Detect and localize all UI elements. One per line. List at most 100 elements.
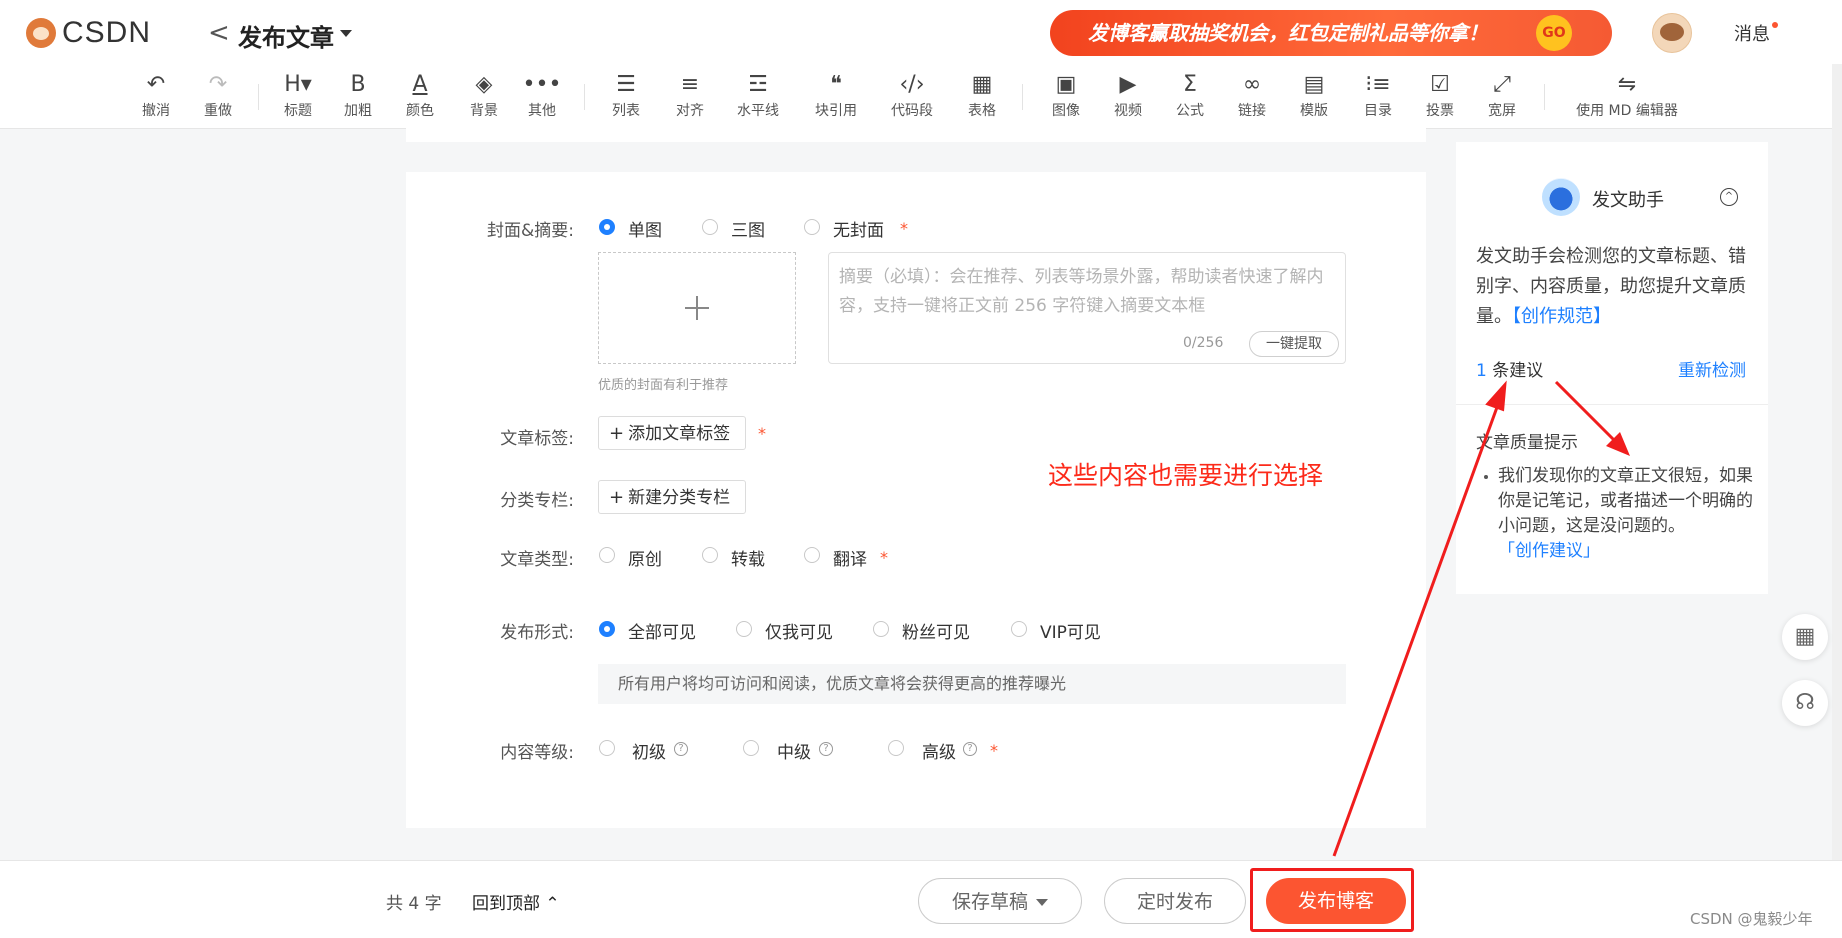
- template-button[interactable]: ▤ 模版: [1284, 70, 1344, 120]
- plus-icon: +: [609, 487, 625, 508]
- cover-label: 封面&摘要:: [487, 221, 574, 241]
- type-label: 文章类型:: [500, 550, 574, 570]
- visibility-vip-label[interactable]: VIP可见: [1040, 618, 1101, 643]
- level-basic-label[interactable]: 初级: [632, 738, 666, 763]
- visibility-self-label[interactable]: 仅我可见: [765, 618, 833, 643]
- vote-label: 投票: [1426, 103, 1454, 119]
- back-arrow-icon[interactable]: <: [208, 18, 230, 48]
- assistant-description: 发文助手会检测您的文章标题、错别字、内容质量，助您提升文章质量。【创作规范】: [1476, 242, 1754, 332]
- color-button[interactable]: A 颜色: [390, 70, 450, 120]
- page-scrollbar[interactable]: [1832, 64, 1842, 937]
- new-column-button[interactable]: + 新建分类专栏: [598, 480, 746, 514]
- editor-card-bottom: [406, 128, 1426, 142]
- visibility-fans-radio[interactable]: [873, 621, 889, 637]
- collapse-chevron-up-icon[interactable]: ^: [1720, 188, 1738, 206]
- recheck-link[interactable]: 重新检测: [1678, 356, 1746, 381]
- redo-icon: ↷: [208, 72, 228, 97]
- bold-label: 加粗: [344, 103, 372, 119]
- csdn-logo[interactable]: CSDN: [26, 16, 151, 50]
- cover-none-label[interactable]: 无封面: [833, 216, 884, 241]
- abstract-textarea[interactable]: 摘要（必填）：会在推荐、列表等场景外露，帮助读者快速了解内容，支持一键将正文前 …: [828, 252, 1346, 364]
- type-translate-radio[interactable]: [804, 547, 820, 563]
- code-button[interactable]: ‹/› 代码段: [882, 70, 942, 120]
- visibility-vip-radio[interactable]: [1011, 621, 1027, 637]
- formula-button[interactable]: Σ 公式: [1160, 70, 1220, 120]
- hr-button[interactable]: ☲ 水平线: [728, 70, 788, 120]
- cover-single-label[interactable]: 单图: [628, 216, 662, 241]
- more-button[interactable]: ••• 其他: [512, 70, 572, 120]
- chevron-down-icon[interactable]: [1036, 899, 1048, 906]
- annotation-highlight-box: [1250, 868, 1414, 932]
- bottom-action-bar: 共 4 字 回到顶部 ⌃ 保存草稿 定时发布 发布博客: [0, 860, 1842, 938]
- heading-label: 标题: [284, 103, 312, 119]
- heading-button[interactable]: H▾ 标题: [268, 70, 328, 120]
- redo-button[interactable]: ↷ 重做: [188, 70, 248, 120]
- help-icon[interactable]: ?: [963, 742, 977, 756]
- toolbar-divider: [1022, 84, 1023, 110]
- undo-button[interactable]: ↶ 撤消: [126, 70, 186, 120]
- level-mid-radio[interactable]: [743, 740, 759, 756]
- suggestion-text: 条建议: [1492, 361, 1544, 381]
- redo-label: 重做: [204, 103, 232, 119]
- heading-icon: H▾: [284, 72, 312, 97]
- table-icon: ▦: [971, 72, 993, 97]
- quote-button[interactable]: ❝ 块引用: [806, 70, 866, 120]
- md-editor-button[interactable]: ⇋ 使用 MD 编辑器: [1562, 70, 1692, 120]
- help-icon[interactable]: ?: [674, 742, 688, 756]
- cover-none-radio[interactable]: [804, 219, 820, 235]
- align-button[interactable]: ≡ 对齐: [660, 70, 720, 120]
- type-original-radio[interactable]: [599, 547, 615, 563]
- visibility-all-radio[interactable]: [599, 621, 615, 637]
- type-original-label[interactable]: 原创: [628, 545, 662, 570]
- required-mark: *: [880, 548, 888, 567]
- promo-go-badge[interactable]: GO: [1536, 15, 1572, 51]
- toc-button[interactable]: ⁝≡ 目录: [1348, 70, 1408, 120]
- level-mid-label[interactable]: 中级: [777, 738, 811, 763]
- visibility-self-radio[interactable]: [736, 621, 752, 637]
- list-button[interactable]: ☰ 列表: [596, 70, 656, 120]
- background-button[interactable]: ◈ 背景: [454, 70, 514, 120]
- qr-code-icon[interactable]: ▦: [1782, 614, 1828, 660]
- video-button[interactable]: ▶ 视频: [1098, 70, 1158, 120]
- bold-button[interactable]: B 加粗: [328, 70, 388, 120]
- wide-button[interactable]: ⤢ 宽屏: [1472, 70, 1532, 120]
- messages-link[interactable]: 消息: [1734, 20, 1770, 46]
- monkey-logo-icon: [26, 18, 56, 48]
- cover-three-label[interactable]: 三图: [731, 216, 765, 241]
- creation-advice-link[interactable]: 「创作建议」: [1498, 541, 1600, 561]
- save-draft-label: 保存草稿: [951, 891, 1028, 913]
- tags-label: 文章标签:: [500, 429, 574, 449]
- visibility-fans-label[interactable]: 粉丝可见: [902, 618, 970, 643]
- add-tag-button[interactable]: + 添加文章标签: [598, 416, 746, 450]
- level-advanced-radio[interactable]: [888, 740, 904, 756]
- headset-support-icon[interactable]: ☊: [1782, 680, 1828, 726]
- more-label: 其他: [528, 103, 556, 119]
- level-basic-radio[interactable]: [599, 740, 615, 756]
- code-icon: ‹/›: [899, 72, 925, 97]
- required-mark: *: [900, 219, 908, 238]
- back-to-top-link[interactable]: 回到顶部 ⌃: [472, 889, 560, 914]
- title-chevron-down-icon[interactable]: [340, 30, 352, 37]
- type-repost-label[interactable]: 转载: [731, 545, 765, 570]
- cover-upload-box[interactable]: [598, 252, 796, 364]
- type-repost-radio[interactable]: [702, 547, 718, 563]
- plus-icon: +: [609, 423, 625, 444]
- page-title[interactable]: 发布文章: [238, 18, 334, 53]
- visibility-all-label[interactable]: 全部可见: [628, 618, 696, 643]
- timed-publish-button[interactable]: 定时发布: [1104, 878, 1246, 924]
- link-button[interactable]: ∞ 链接: [1222, 70, 1282, 120]
- promo-banner[interactable]: 发博客赢取抽奖机会，红包定制礼品等你拿！ GO: [1050, 10, 1612, 56]
- rules-link[interactable]: 【创作规范】: [1512, 306, 1611, 327]
- extract-button[interactable]: 一键提取: [1249, 331, 1339, 357]
- cover-three-radio[interactable]: [702, 219, 718, 235]
- help-icon[interactable]: ?: [819, 742, 833, 756]
- level-advanced-label[interactable]: 高级: [922, 738, 956, 763]
- cover-single-radio[interactable]: [599, 219, 615, 235]
- table-button[interactable]: ▦ 表格: [952, 70, 1012, 120]
- avatar[interactable]: [1652, 13, 1692, 53]
- vote-button[interactable]: ☑ 投票: [1410, 70, 1470, 120]
- type-translate-label[interactable]: 翻译: [833, 545, 867, 570]
- save-draft-button[interactable]: 保存草稿: [918, 878, 1082, 924]
- image-button[interactable]: ▣ 图像: [1036, 70, 1096, 120]
- link-icon: ∞: [1242, 72, 1262, 97]
